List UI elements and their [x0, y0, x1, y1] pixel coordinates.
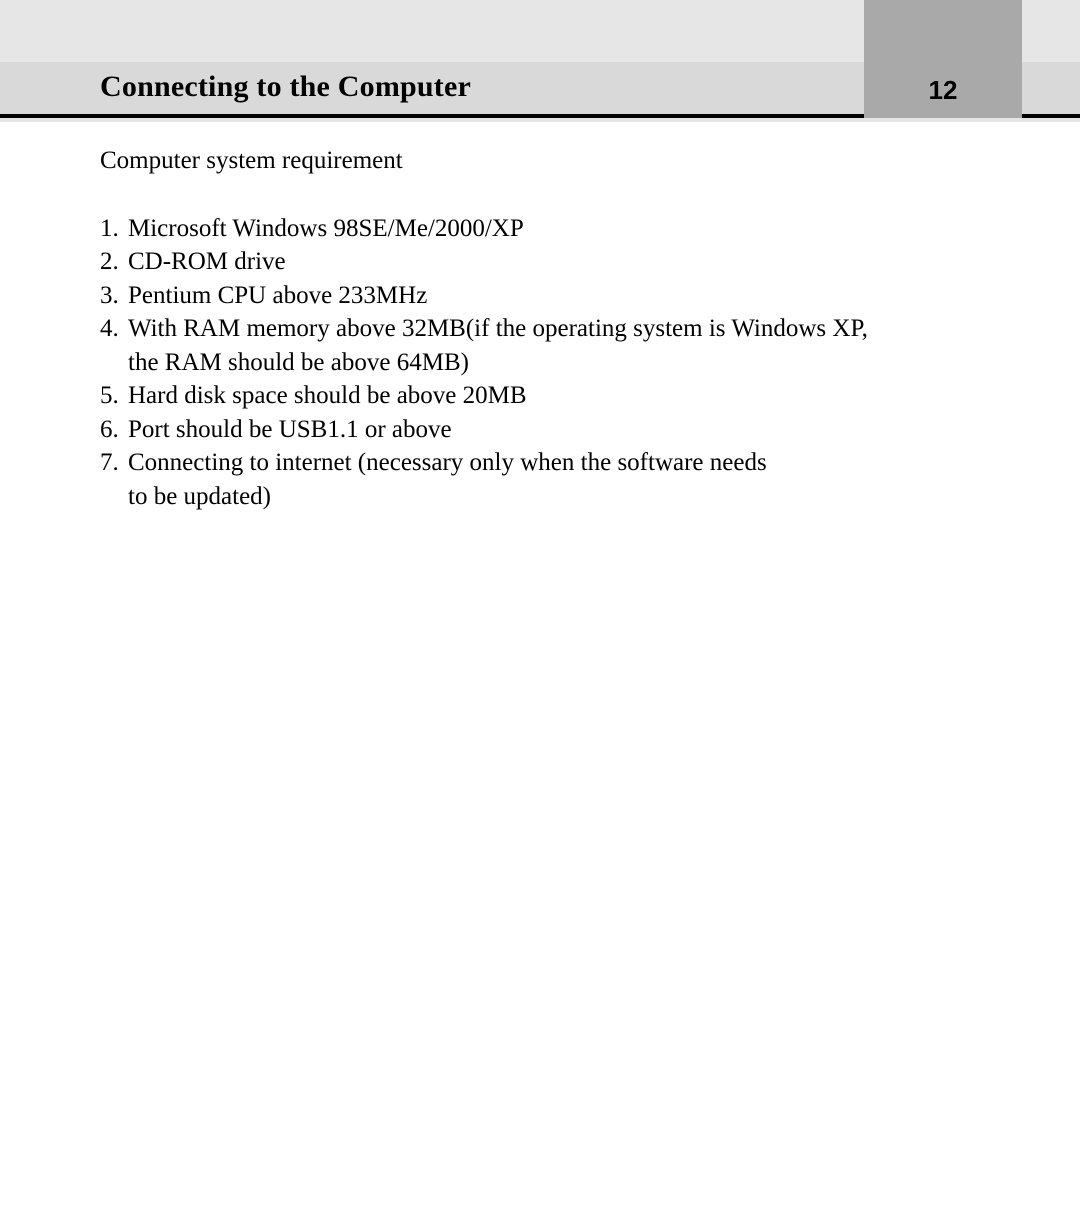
list-item: 6. Port should be USB1.1 or above [100, 413, 980, 447]
list-item: 1. Microsoft Windows 98SE/Me/2000/XP [100, 212, 980, 246]
item-text: Pentium CPU above 233MHz [128, 279, 980, 313]
item-line: Microsoft Windows 98SE/Me/2000/XP [128, 215, 524, 242]
item-line: Pentium CPU above 233MHz [128, 282, 427, 309]
item-line: With RAM memory above 32MB(if the operat… [128, 315, 868, 342]
item-number: 1. [100, 212, 128, 246]
content-area: Computer system requirement 1. Microsoft… [0, 122, 1080, 1210]
item-line: CD-ROM drive [128, 248, 286, 275]
item-number: 4. [100, 312, 128, 379]
item-text: Port should be USB1.1 or above [128, 413, 980, 447]
page-number-box: 12 [864, 62, 1022, 118]
item-line: Port should be USB1.1 or above [128, 416, 452, 443]
page-number: 12 [929, 75, 958, 106]
list-item: 5. Hard disk space should be above 20MB [100, 379, 980, 413]
item-text: Microsoft Windows 98SE/Me/2000/XP [128, 212, 980, 246]
item-text: CD-ROM drive [128, 245, 980, 279]
item-line: Connecting to internet (necessary only w… [128, 449, 767, 476]
manual-page: Connecting to the Computer 12 Computer s… [0, 0, 1080, 1210]
list-item: 4. With RAM memory above 32MB(if the ope… [100, 312, 980, 379]
item-line-cont: to be updated) [128, 480, 980, 514]
item-number: 5. [100, 379, 128, 413]
list-item: 7. Connecting to internet (necessary onl… [100, 446, 980, 513]
item-line-cont: the RAM should be above 64MB) [128, 346, 980, 380]
item-line: Hard disk space should be above 20MB [128, 382, 527, 409]
item-text: With RAM memory above 32MB(if the operat… [128, 312, 980, 379]
header-band: Connecting to the Computer 12 [0, 62, 1080, 118]
page-title: Connecting to the Computer [100, 70, 471, 104]
requirements-list: 1. Microsoft Windows 98SE/Me/2000/XP 2. … [100, 212, 980, 514]
intro-text: Computer system requirement [100, 144, 980, 178]
item-number: 2. [100, 245, 128, 279]
list-item: 3. Pentium CPU above 233MHz [100, 279, 980, 313]
item-number: 3. [100, 279, 128, 313]
list-item: 2. CD-ROM drive [100, 245, 980, 279]
item-text: Hard disk space should be above 20MB [128, 379, 980, 413]
item-text: Connecting to internet (necessary only w… [128, 446, 980, 513]
item-number: 7. [100, 446, 128, 513]
item-number: 6. [100, 413, 128, 447]
header-tab [864, 0, 1022, 62]
